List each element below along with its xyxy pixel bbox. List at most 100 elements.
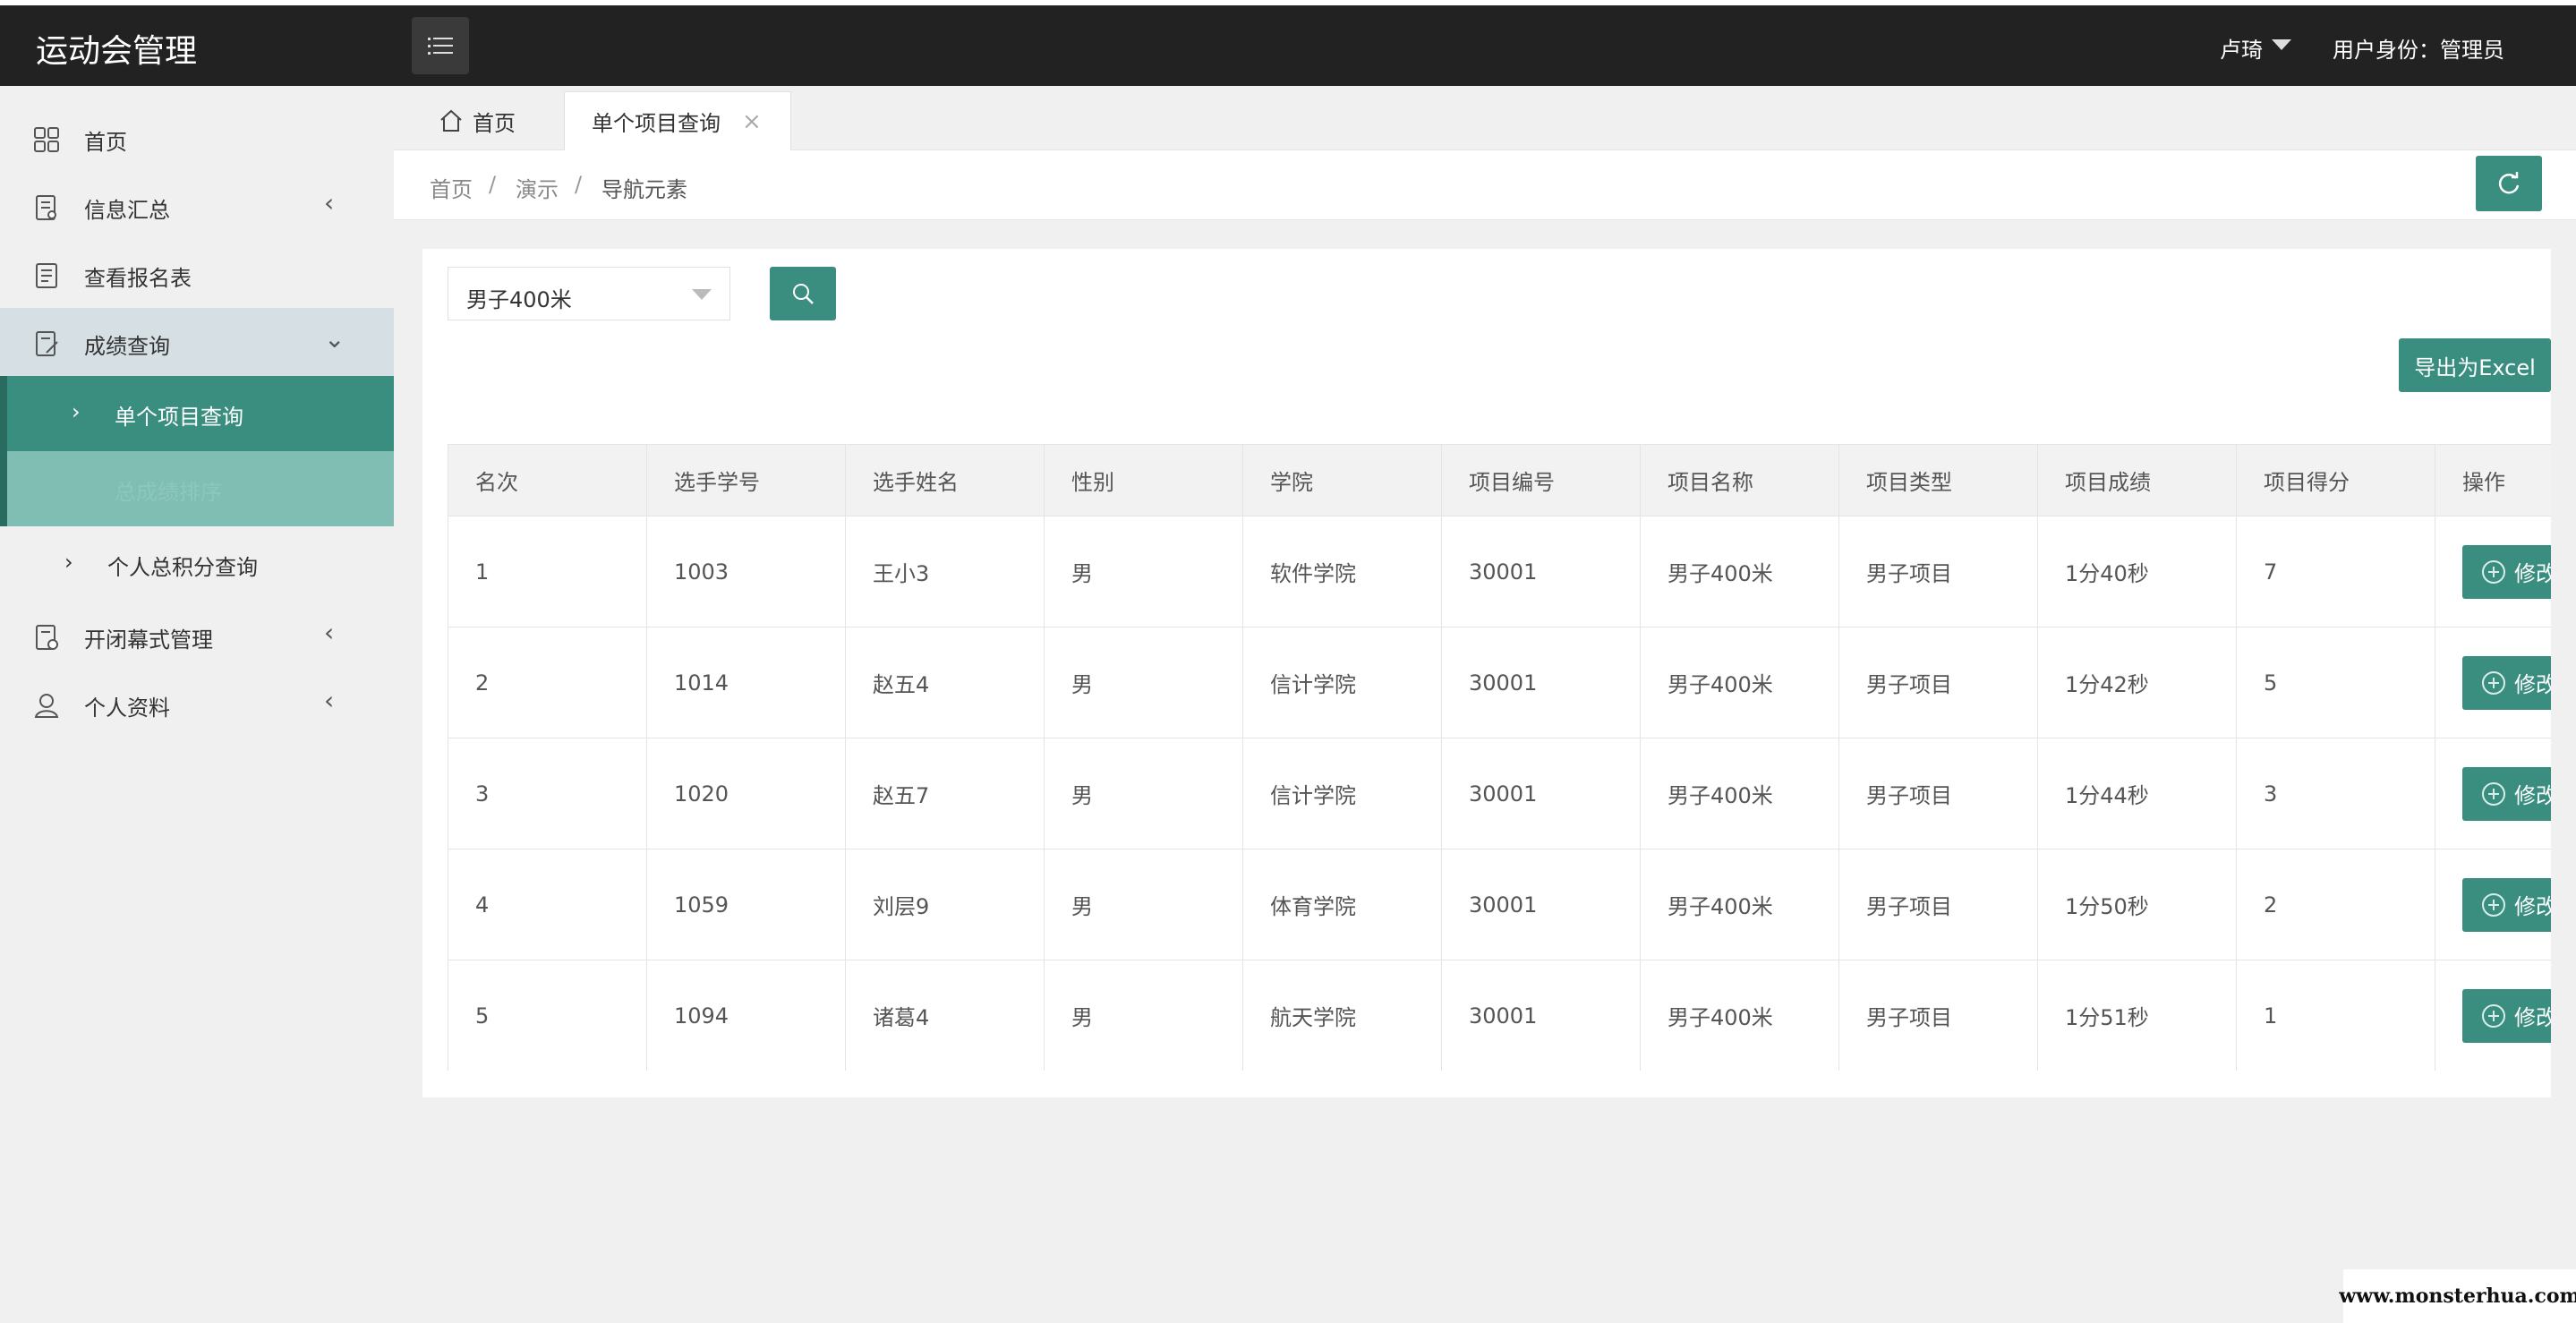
table-cell: 软件学院 (1242, 516, 1442, 627)
action-cell: 修改 (2435, 738, 2551, 849)
table-cell: 1 (448, 516, 647, 627)
action-cell: 修改 (2435, 960, 2551, 1071)
plus-circle-icon (2482, 892, 2505, 917)
caret-down-icon[interactable] (2272, 39, 2291, 50)
edit-button[interactable]: 修改 (2462, 655, 2551, 710)
table-cell: 男 (1044, 849, 1243, 960)
table-cell: 30001 (1441, 627, 1641, 738)
breadcrumb-item[interactable]: 首页 (430, 172, 473, 203)
table-cell: 赵五7 (845, 738, 1045, 849)
export-excel-button[interactable]: 导出为Excel (2399, 338, 2551, 392)
chevron-left-icon: ‹ (324, 188, 335, 218)
table-cell: 5 (448, 960, 647, 1071)
table-cell: 3 (2236, 738, 2435, 849)
tab-bar: 首页 单个项目查询 × (394, 86, 2576, 150)
refresh-button[interactable] (2476, 156, 2542, 211)
table-cell: 30001 (1441, 849, 1641, 960)
table-cell: 1 (2236, 960, 2435, 1071)
sidebar-item-home[interactable]: 首页 (0, 104, 394, 172)
tab-label: 首页 (473, 110, 516, 136)
tab-home[interactable]: 首页 (394, 91, 564, 150)
sidebar-subitem-total-ranking[interactable]: 总成绩排序 (0, 451, 394, 526)
table-cell: 男 (1044, 627, 1243, 738)
sidebar-item-ceremony[interactable]: 开闭幕式管理 ‹ (0, 602, 394, 670)
table-row: 4 1059 刘层9 男 体育学院 30001 男子400米 男子项目 1分50… (448, 849, 2551, 960)
action-cell: 修改 (2435, 516, 2551, 627)
column-header: 项目成绩 (2037, 444, 2237, 516)
table-row: 5 1094 诸葛4 男 航天学院 30001 男子400米 男子项目 1分51… (448, 960, 2551, 1071)
sidebar-item-summary[interactable]: 信息汇总 ‹ (0, 172, 394, 240)
column-header: 性别 (1044, 444, 1243, 516)
action-cell: 修改 (2435, 849, 2551, 960)
column-header: 项目名称 (1640, 444, 1839, 516)
breadcrumb-item[interactable]: 演示 (516, 172, 559, 203)
plus-circle-icon (2482, 1003, 2505, 1028)
results-table: 名次 选手学号 选手姓名 性别 学院 项目编号 项目名称 项目类型 项目成绩 项… (448, 444, 2551, 1071)
sidebar: 首页 信息汇总 ‹ 查看报名表 成绩查询 ⌄ › 单个项目查询 总成绩排序 › … (0, 86, 394, 1323)
tab-single-event[interactable]: 单个项目查询 × (564, 91, 791, 150)
menu-toggle-button[interactable] (412, 17, 469, 74)
table-cell: 30001 (1441, 516, 1641, 627)
column-header: 名次 (448, 444, 647, 516)
edit-button-label: 修改 (2514, 672, 2551, 697)
sidebar-item-profile[interactable]: 个人资料 ‹ (0, 670, 394, 738)
column-header: 操作 (2435, 444, 2551, 516)
plus-circle-icon (2482, 781, 2505, 806)
plus-circle-icon (2482, 559, 2505, 584)
breadcrumb-separator: / (575, 172, 583, 197)
sidebar-item-label: 查看报名表 (84, 266, 192, 291)
edit-button[interactable]: 修改 (2462, 877, 2551, 932)
event-select[interactable]: 男子400米 (448, 267, 730, 320)
chevron-right-icon: › (72, 399, 81, 424)
sidebar-subitem-label: 个人总积分查询 (107, 555, 258, 580)
table-cell: 男 (1044, 960, 1243, 1071)
sidebar-item-label: 开闭幕式管理 (84, 627, 213, 653)
search-icon (793, 284, 814, 304)
table-row: 1 1003 王小3 男 软件学院 30001 男子400米 男子项目 1分40… (448, 516, 2551, 627)
table-cell: 王小3 (845, 516, 1045, 627)
chevron-down-icon: ⌄ (324, 324, 345, 354)
edit-button[interactable]: 修改 (2462, 988, 2551, 1043)
table-cell: 男子400米 (1640, 849, 1839, 960)
sidebar-item-label: 信息汇总 (84, 198, 170, 223)
table-cell: 3 (448, 738, 647, 849)
edit-button[interactable]: 修改 (2462, 544, 2551, 599)
close-icon[interactable]: × (742, 108, 762, 135)
home-icon (440, 109, 462, 132)
table-cell: 男子400米 (1640, 738, 1839, 849)
action-cell: 修改 (2435, 627, 2551, 738)
table-cell: 1分51秒 (2037, 960, 2237, 1071)
sidebar-item-results[interactable]: 成绩查询 ⌄ (0, 308, 394, 376)
plus-circle-icon (2482, 670, 2505, 695)
ceremony-icon (36, 625, 58, 650)
table-cell: 体育学院 (1242, 849, 1442, 960)
app-title: 运动会管理 (36, 33, 198, 70)
chevron-right-icon: › (64, 550, 73, 575)
table-cell: 男子项目 (1838, 516, 2038, 627)
sidebar-subitem-single-event[interactable]: › 单个项目查询 (0, 376, 394, 451)
sidebar-subitem-personal-score[interactable]: › 个人总积分查询 (0, 526, 394, 602)
table-cell: 1分42秒 (2037, 627, 2237, 738)
table-cell: 男子400米 (1640, 627, 1839, 738)
edit-button-label: 修改 (2514, 783, 2551, 808)
table-cell: 1分44秒 (2037, 738, 2237, 849)
table-cell: 2 (2236, 849, 2435, 960)
edit-button-label: 修改 (2514, 894, 2551, 919)
user-name-dropdown[interactable]: 卢琦 (2220, 32, 2263, 64)
table-cell: 刘层9 (845, 849, 1045, 960)
table-cell: 男 (1044, 516, 1243, 627)
search-button[interactable] (770, 267, 836, 320)
table-cell: 7 (2236, 516, 2435, 627)
table-cell: 男子项目 (1838, 849, 2038, 960)
event-select-value: 男子400米 (466, 287, 572, 312)
edit-button[interactable]: 修改 (2462, 766, 2551, 821)
column-header: 学院 (1242, 444, 1442, 516)
sidebar-item-registrations[interactable]: 查看报名表 (0, 240, 394, 308)
table-cell: 赵五4 (845, 627, 1045, 738)
caret-down-icon (692, 289, 712, 300)
table-cell: 2 (448, 627, 647, 738)
chevron-left-icon: ‹ (324, 618, 335, 647)
table-cell: 1014 (646, 627, 846, 738)
chevron-left-icon: ‹ (324, 686, 335, 715)
table-cell: 男子项目 (1838, 627, 2038, 738)
